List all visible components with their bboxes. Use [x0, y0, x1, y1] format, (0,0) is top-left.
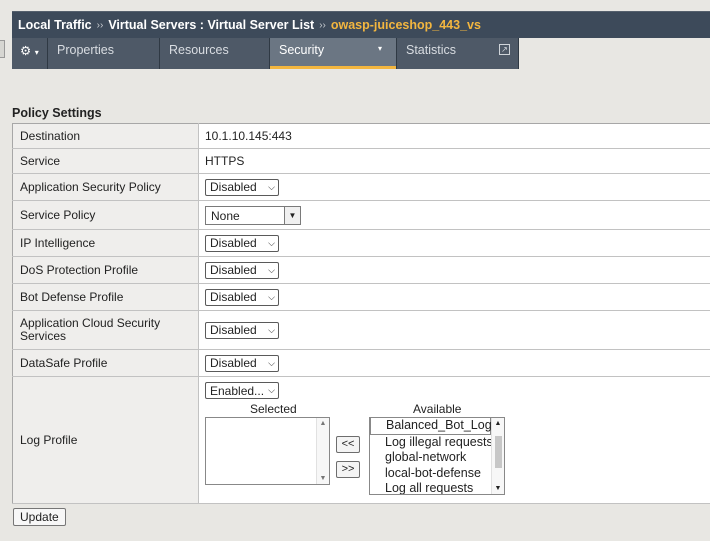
scroll-down-icon[interactable]: ▼ — [492, 485, 504, 492]
row-label: Bot Defense Profile — [12, 283, 199, 311]
list-item[interactable]: global-network — [370, 450, 491, 466]
table-row: DoS Protection Profile Disabled ⌵ — [12, 256, 710, 284]
scrollbar[interactable]: ▲ ▼ — [491, 418, 504, 494]
scroll-down-icon[interactable]: ▼ — [317, 475, 329, 482]
tab-label: Properties — [57, 43, 114, 57]
datasafe-profile-select[interactable]: Disabled ⌵ — [205, 354, 279, 372]
breadcrumb-item-virtual-server-list[interactable]: Virtual Servers : Virtual Server List — [108, 18, 314, 32]
chevron-down-icon: ⌵ — [268, 264, 275, 275]
chevron-down-icon: ⌵ — [268, 237, 275, 248]
select-value: Disabled — [210, 290, 257, 304]
table-row: IP Intelligence Disabled ⌵ — [12, 229, 710, 257]
select-value: Disabled — [210, 323, 257, 337]
log-profile-editor: Enabled... ⌵ Selected Available ▲ ▼ << >… — [205, 377, 710, 501]
table-row: Application Cloud Security Services Disa… — [12, 310, 710, 350]
breadcrumb: Local Traffic ›› Virtual Servers : Virtu… — [12, 11, 710, 38]
breadcrumb-separator: ›› — [96, 19, 104, 31]
row-label: Service — [12, 148, 199, 174]
popout-icon[interactable]: ↗ — [499, 44, 510, 55]
chevron-down-icon: ⌵ — [268, 181, 275, 192]
tab-label: Resources — [169, 43, 229, 57]
select-value: Disabled — [210, 180, 257, 194]
scrollbar-thumb[interactable] — [495, 436, 502, 468]
tab-settings-menu[interactable]: ⚙ ▾ — [12, 38, 48, 69]
service-policy-combobox[interactable]: None ▼ — [205, 205, 301, 225]
row-label: Application Security Policy — [12, 173, 199, 201]
ip-intelligence-select[interactable]: Disabled ⌵ — [205, 234, 279, 252]
chevron-down-icon: ⌵ — [268, 291, 275, 302]
row-label: DoS Protection Profile — [12, 256, 199, 284]
row-label: IP Intelligence — [12, 229, 199, 257]
tab-security[interactable]: Security ▾ — [270, 38, 397, 69]
chevron-down-icon: ⌵ — [268, 324, 275, 335]
breadcrumb-item-local-traffic[interactable]: Local Traffic — [18, 18, 92, 32]
chevron-down-icon: ⌵ — [268, 357, 275, 368]
update-button[interactable]: Update — [13, 508, 66, 526]
selected-log-profiles-list[interactable]: ▲ ▼ — [205, 417, 330, 485]
list-item[interactable]: Log all requests — [370, 481, 491, 494]
move-to-available-button[interactable]: >> — [336, 461, 360, 478]
tab-label: Statistics — [406, 43, 457, 57]
row-label: Log Profile — [12, 376, 199, 504]
breadcrumb-current: owasp-juiceshop_443_vs — [330, 18, 481, 32]
tab-statistics[interactable]: Statistics ↗ — [397, 38, 519, 69]
row-label: Destination — [12, 123, 199, 149]
select-value: Disabled — [210, 356, 257, 370]
table-row: Service Policy None ▼ — [12, 200, 710, 230]
chevron-down-icon[interactable]: ▼ — [284, 206, 300, 224]
list-item[interactable]: Log illegal requests — [370, 435, 493, 451]
scroll-up-icon[interactable]: ▲ — [492, 420, 504, 427]
scrollbar[interactable]: ▲ ▼ — [316, 418, 329, 484]
list-item[interactable]: Balanced_Bot_Log — [370, 418, 492, 435]
dos-protection-profile-select[interactable]: Disabled ⌵ — [205, 261, 279, 279]
gear-icon: ⚙ — [20, 44, 32, 58]
table-row: Destination 10.1.10.145:443 — [12, 123, 710, 149]
section-title: Policy Settings — [12, 106, 102, 120]
chevron-down-icon: ⌵ — [268, 385, 275, 395]
tab-resources[interactable]: Resources — [160, 38, 270, 69]
destination-value: 10.1.10.145:443 — [198, 123, 710, 149]
table-row: Log Profile Enabled... ⌵ Selected Availa… — [12, 376, 710, 504]
select-value: Enabled... — [210, 383, 265, 398]
breadcrumb-separator: ›› — [319, 19, 326, 31]
select-value: Disabled — [210, 263, 257, 277]
service-value: HTTPS — [198, 148, 710, 174]
bot-defense-profile-select[interactable]: Disabled ⌵ — [205, 288, 279, 306]
app-cloud-security-select[interactable]: Disabled ⌵ — [205, 321, 279, 339]
chevron-down-icon: ▾ — [34, 48, 39, 57]
table-row: Bot Defense Profile Disabled ⌵ — [12, 283, 710, 311]
policy-settings-table: Destination 10.1.10.145:443 Service HTTP… — [12, 123, 710, 504]
row-label: Service Policy — [12, 200, 199, 230]
tab-properties[interactable]: Properties — [48, 38, 160, 69]
log-profile-select[interactable]: Enabled... ⌵ — [205, 382, 279, 399]
row-label: Application Cloud Security Services — [12, 310, 199, 350]
tab-bar: ⚙ ▾ Properties Resources Security ▾ Stat… — [12, 38, 519, 69]
selected-list-label: Selected — [250, 402, 297, 416]
tab-label: Security — [279, 43, 325, 57]
available-list-label: Available — [413, 402, 462, 416]
move-to-selected-button[interactable]: << — [336, 436, 360, 453]
scroll-up-icon[interactable]: ▲ — [317, 420, 329, 427]
table-row: DataSafe Profile Disabled ⌵ — [12, 349, 710, 377]
table-row: Application Security Policy Disabled ⌵ — [12, 173, 710, 201]
list-item[interactable]: local-bot-defense — [370, 466, 491, 482]
combobox-value: None — [211, 208, 240, 223]
chevron-down-icon: ▾ — [377, 44, 382, 53]
select-value: Disabled — [210, 236, 257, 250]
collapsed-nav-handle[interactable] — [0, 40, 5, 58]
app-security-policy-select[interactable]: Disabled ⌵ — [205, 178, 279, 196]
table-row: Service HTTPS — [12, 148, 710, 174]
row-label: DataSafe Profile — [12, 349, 199, 377]
available-log-profiles-list[interactable]: Balanced_Bot_Log Log illegal requests gl… — [369, 417, 505, 495]
